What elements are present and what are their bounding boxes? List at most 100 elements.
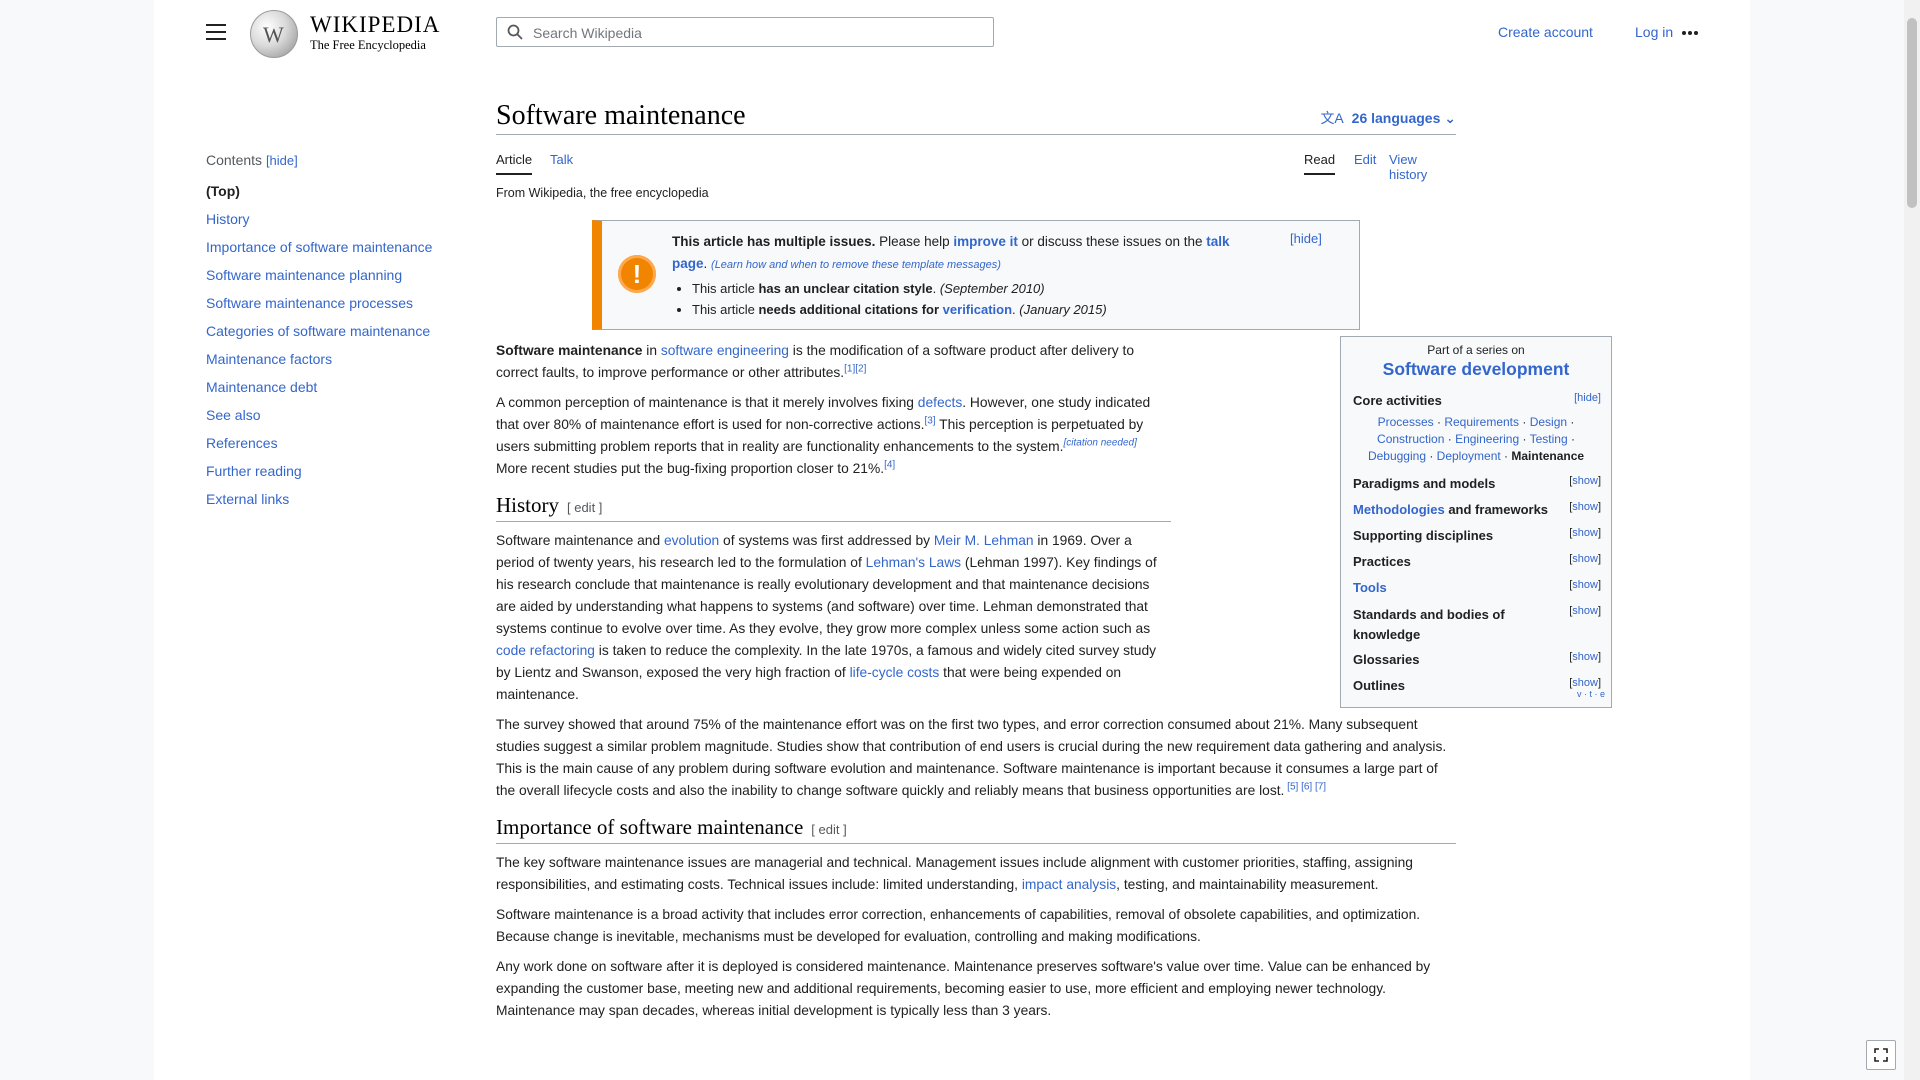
toc-item-references[interactable]: References [206,435,278,451]
scrollbar-thumb[interactable] [1907,18,1917,208]
edit-section-button[interactable]: [ edit ] [811,822,846,837]
sidebar-link-requirements[interactable]: Requirements [1444,415,1519,429]
improve-link[interactable]: improve it [953,234,1018,249]
sidebar-link-deployment[interactable]: Deployment [1437,449,1501,463]
edit-section-button[interactable]: [ edit ] [567,500,602,515]
toc-item-see-also[interactable]: See also [206,407,260,423]
more-options-icon[interactable] [1682,22,1704,40]
tools-link[interactable]: Tools [1353,580,1387,595]
sidebar-section: Methodologies and frameworks [show] [1353,501,1601,517]
toc-item-top[interactable]: (Top) [206,182,436,200]
learn-more-link[interactable]: (Learn how and when to remove these temp… [711,259,1001,271]
citation-needed-link[interactable]: [citation needed] [1063,437,1136,448]
sidebar-show-button[interactable]: show [1572,475,1598,487]
lead-paragraph: Software maintenance in software enginee… [496,343,1135,380]
language-icon: 文A [1320,110,1344,126]
citation-link[interactable]: [3] [924,415,935,426]
sidebar-show-button[interactable]: show [1572,651,1598,663]
life-cycle-costs-link[interactable]: life-cycle costs [850,665,940,680]
sidebar-section: Glossaries [show] [1353,651,1601,667]
navbox-vte-links[interactable]: v · t · e [1577,689,1605,699]
sidebar-pretitle: Part of a series on [1427,343,1525,357]
issue-item: This article has an unclear citation sty… [692,278,1232,299]
create-account-link[interactable]: Create account [1498,24,1593,40]
tab-talk[interactable]: Talk [550,152,573,173]
page-title: Software maintenance [496,100,746,131]
evolution-link[interactable]: evolution [664,533,719,548]
sidebar-link-processes[interactable]: Processes [1378,415,1434,429]
history-paragraph: Software maintenance and evolution of sy… [496,533,1157,702]
page-scrollbar[interactable] [1904,0,1920,1080]
core-activities-links: Processes · Requirements · Design · Cons… [1367,415,1585,463]
sidebar-show-button[interactable]: show [1572,501,1598,513]
wikipedia-globe-icon [250,10,298,58]
main-menu-icon[interactable] [206,24,226,40]
sidebar-show-button[interactable]: show [1572,579,1598,591]
article-content: Software maintenance in software enginee… [496,340,1456,1030]
software-development-sidebar: Part of a series on Software development… [1340,336,1612,708]
multiple-issues-notice: ! This article has multiple issues. Plea… [592,220,1360,330]
toc-item-categories[interactable]: Categories of software maintenance [206,323,430,339]
sidebar-link-design[interactable]: Design [1530,415,1567,429]
toc-item-external-links[interactable]: External links [206,491,289,507]
expand-icon [1874,1048,1888,1062]
sidebar-link-construction[interactable]: Construction [1377,432,1444,446]
importance-paragraph: The key software maintenance issues are … [496,855,1413,892]
sidebar-show-button[interactable]: show [1572,527,1598,539]
search-icon [507,24,523,40]
sidebar-current-page: Maintenance [1511,449,1585,463]
sidebar-link-debugging[interactable]: Debugging [1368,449,1426,463]
sidebar-show-button[interactable]: show [1572,553,1598,565]
log-in-link[interactable]: Log in [1635,24,1673,40]
wikipedia-logo[interactable]: WIKIPEDIA The Free Encyclopedia [250,10,450,58]
toc-item-factors[interactable]: Maintenance factors [206,351,332,367]
sidebar-section: Paradigms and models [show] [1353,475,1601,491]
lead-paragraph: A common perception of maintenance is th… [496,395,1151,476]
page-tabs: Article Talk Read Edit View history [496,152,1456,182]
code-refactoring-link[interactable]: code refactoring [496,643,595,658]
toc-item-planning[interactable]: Software maintenance planning [206,267,402,283]
sidebar-link-testing[interactable]: Testing [1530,432,1568,446]
sidebar-show-button[interactable]: show [1572,677,1598,689]
citation-link[interactable]: [5] [6] [7] [1284,781,1326,792]
impact-analysis-link[interactable]: impact analysis [1022,877,1116,892]
history-paragraph: The survey showed that around 75% of the… [496,717,1447,798]
software-engineering-link[interactable]: software engineering [661,343,789,358]
language-selector[interactable]: 文A 26 languages ⌄ [1320,108,1456,128]
toc-item-further-reading[interactable]: Further reading [206,463,302,479]
citation-link[interactable]: [1][2] [844,363,866,374]
sidebar-section: Practices [show] [1353,553,1601,569]
verification-link[interactable]: verification [943,302,1012,317]
notice-text: This article has multiple issues. Please… [672,231,1232,320]
tab-view-history[interactable]: View history [1389,152,1456,188]
chevron-down-icon: ⌄ [1444,110,1456,126]
toc-item-debt[interactable]: Maintenance debt [206,379,317,395]
methodologies-link[interactable]: Methodologies [1353,502,1445,517]
search-box[interactable] [496,17,994,48]
citation-link[interactable]: [4] [884,459,895,470]
sidebar-title-link[interactable]: Software development [1383,359,1570,379]
toc-item-processes[interactable]: Software maintenance processes [206,295,413,311]
sidebar-show-button[interactable]: show [1572,605,1598,617]
sidebar-section: Standards and bodies of knowledge [show] [1353,605,1601,642]
toc-title: Contents [hide] [206,152,298,168]
fullscreen-toggle-button[interactable] [1866,1040,1896,1070]
toc-item-history[interactable]: History [206,211,250,227]
defects-link[interactable]: defects [918,395,962,410]
table-of-contents: Contents [hide] (Top) History Importance… [206,152,436,518]
wikipedia-tagline: The Free Encyclopedia [310,38,426,52]
importance-paragraph: Software maintenance is a broad activity… [496,907,1421,944]
lehman-link[interactable]: Meir M. Lehman [934,533,1034,548]
sidebar-link-engineering[interactable]: Engineering [1455,432,1519,446]
search-input[interactable] [531,18,985,48]
tab-edit[interactable]: Edit [1354,152,1376,173]
toc-item-importance[interactable]: Importance of software maintenance [206,239,432,255]
sidebar-hide-button[interactable]: [hide] [1574,392,1601,404]
toc-hide-button[interactable]: [hide] [266,153,298,168]
tab-read[interactable]: Read [1304,152,1336,175]
notice-hide-button[interactable]: [hide] [1290,231,1322,246]
tab-article[interactable]: Article [496,152,533,175]
sidebar-section: Supporting disciplines [show] [1353,527,1601,543]
lehmans-laws-link[interactable]: Lehman's Laws [866,555,961,570]
section-heading-importance: Importance of software maintenance[ edit… [496,816,1456,844]
